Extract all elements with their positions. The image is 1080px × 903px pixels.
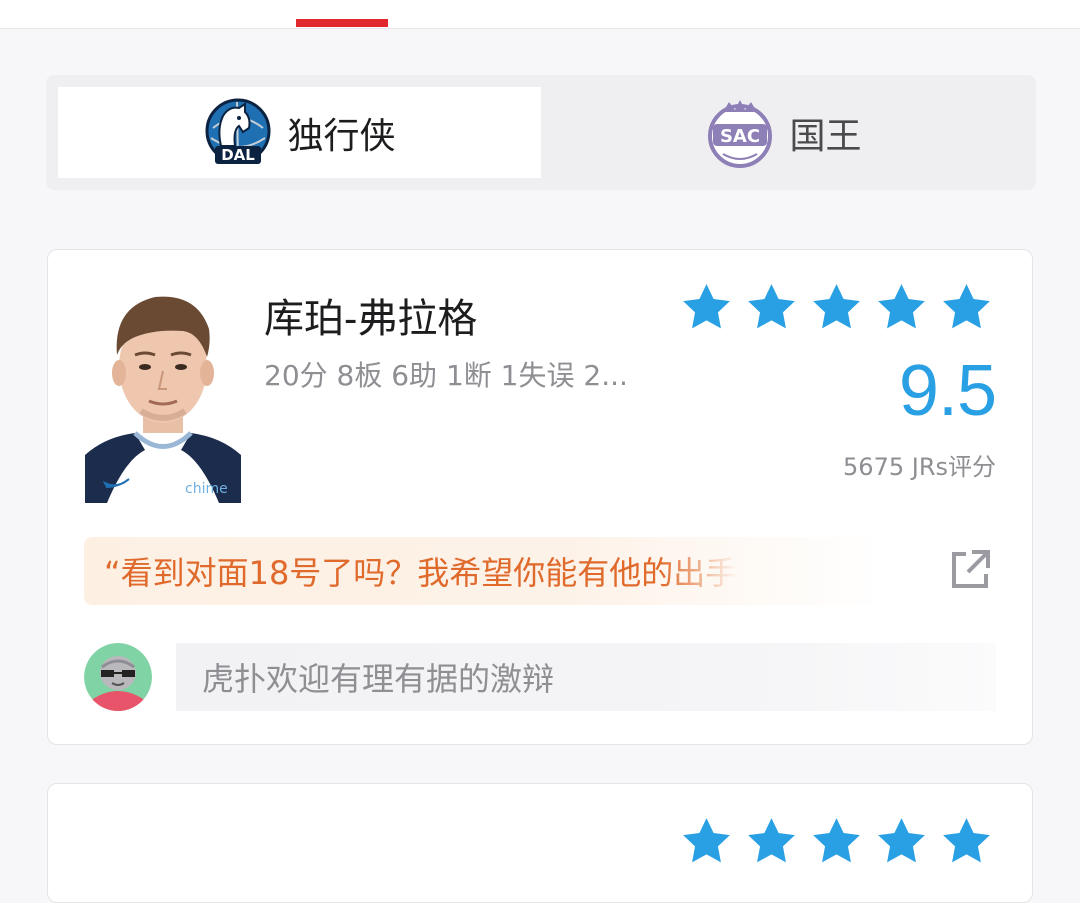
star-icon[interactable] — [744, 280, 799, 335]
star-icon[interactable] — [874, 814, 929, 869]
team-name-home: 独行侠 — [287, 115, 396, 157]
star-rating[interactable] — [679, 814, 994, 869]
kings-logo-icon: SAC — [708, 99, 773, 168]
next-player-card[interactable] — [47, 783, 1033, 903]
active-tab-indicator — [296, 19, 388, 27]
tab-team-home[interactable]: DAL 独行侠 — [58, 87, 541, 178]
kings-logo-text: SAC — [720, 126, 760, 147]
star-icon[interactable] — [939, 814, 994, 869]
comment-input[interactable]: 虎扑欢迎有理有据的激辩 — [176, 643, 996, 711]
mavericks-logo-icon: DAL — [205, 98, 271, 164]
jersey-sponsor-text: chime — [185, 481, 228, 497]
star-icon[interactable] — [679, 814, 734, 869]
hot-comment-banner[interactable]: “看到对面18号了吗？我希望你能有他的出手 — [84, 537, 884, 605]
star-icon[interactable] — [679, 280, 734, 335]
star-icon[interactable] — [939, 280, 994, 335]
star-icon[interactable] — [809, 280, 864, 335]
player-photo: chime — [85, 285, 241, 503]
team-switcher: DAL 独行侠 SAC 国王 — [46, 75, 1036, 190]
rating-count: 5675 JRs评分 — [843, 453, 996, 481]
rating-score: 9.5 — [898, 351, 997, 431]
tab-team-away[interactable]: SAC 国王 — [542, 87, 1025, 178]
external-share-icon[interactable] — [948, 548, 992, 592]
player-name[interactable]: 库珀-弗拉格 — [264, 286, 477, 344]
hot-comment-text: “看到对面18号了吗？我希望你能有他的出手 — [104, 554, 738, 592]
user-avatar-icon[interactable] — [84, 643, 152, 711]
team-name-away: 国王 — [789, 115, 862, 157]
star-rating[interactable] — [679, 280, 994, 335]
star-icon[interactable] — [874, 280, 929, 335]
player-stat-line: 20分 8板 6助 1断 1失误 2... — [264, 359, 628, 392]
mavericks-logo-text: DAL — [222, 146, 256, 164]
top-tab-bar — [0, 0, 1080, 29]
star-icon[interactable] — [744, 814, 799, 869]
player-rating-card[interactable]: chime 库珀-弗拉格 20分 8板 6助 1断 1失误 2... 9.5 5… — [47, 249, 1033, 745]
star-icon[interactable] — [809, 814, 864, 869]
